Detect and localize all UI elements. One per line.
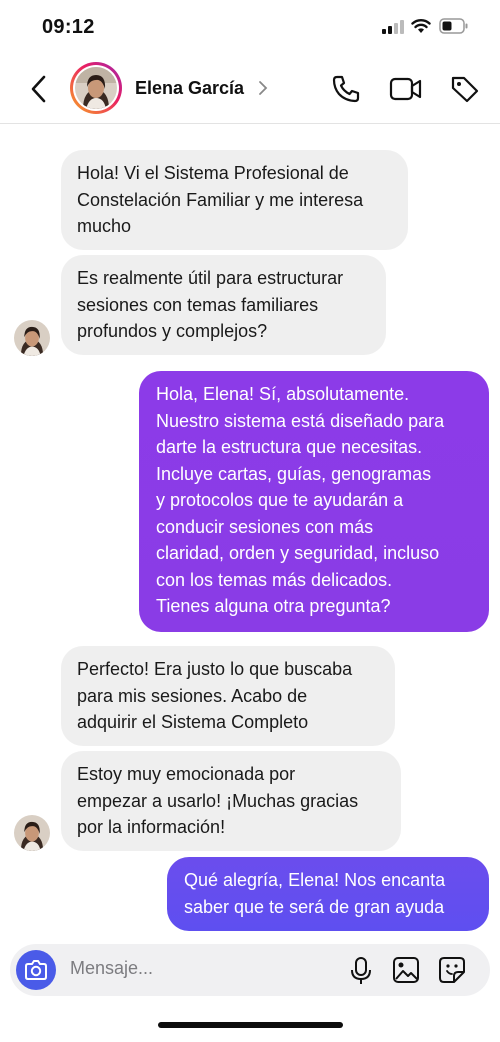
- phone-icon[interactable]: [331, 74, 361, 104]
- status-bar: 09:12: [0, 0, 500, 56]
- message-line: adquirir el Sistema Completo: [77, 712, 309, 732]
- message-line: Incluye cartas, guías, genogramas: [156, 463, 432, 484]
- message-line: mucho: [77, 216, 132, 236]
- message-outgoing[interactable]: Qué alegría, Elena! Nos encanta saber qu…: [167, 857, 489, 931]
- sticker-icon[interactable]: [438, 956, 466, 984]
- message-line: Nuestro sistema está diseñado para: [156, 410, 445, 431]
- message-composer: Mensaje...: [10, 944, 490, 996]
- avatar-photo-icon: [14, 320, 50, 356]
- contact-mini-avatar[interactable]: [14, 815, 50, 851]
- avatar-photo-icon: [14, 815, 50, 851]
- message-line: Estoy muy emocionada por: [77, 764, 296, 784]
- message-line: Qué alegría, Elena! Nos encanta: [184, 870, 446, 890]
- message-line: Constelación Familiar y me interesa: [77, 189, 364, 210]
- message-incoming[interactable]: Hola! Vi el Sistema Profesional de Const…: [61, 150, 408, 250]
- message-line: Hola, Elena! Sí, absolutamente.: [156, 384, 410, 404]
- message-line: Es realmente útil para estructurar: [77, 268, 344, 288]
- wifi-icon: [411, 19, 431, 33]
- microphone-icon[interactable]: [350, 956, 372, 986]
- avatar-photo-icon: [75, 67, 117, 109]
- message-line: por la información!: [77, 817, 226, 837]
- status-time: 09:12: [42, 16, 95, 38]
- contact-avatar[interactable]: [70, 62, 122, 114]
- message-line: con los temas más delicados.: [156, 569, 393, 590]
- chevron-right-icon[interactable]: [258, 80, 268, 96]
- battery-icon: [439, 18, 468, 34]
- message-line: Hola! Vi el Sistema Profesional de: [77, 163, 349, 183]
- message-incoming[interactable]: Estoy muy emocionada por empezar a usarl…: [61, 751, 401, 851]
- message-line: profundos y complejos?: [77, 321, 268, 341]
- message-line: conducir sesiones con más: [156, 516, 374, 537]
- message-incoming[interactable]: Perfecto! Era justo lo que buscaba para …: [61, 646, 395, 746]
- video-camera-icon[interactable]: [389, 74, 423, 104]
- message-line: claridad, orden y seguridad, incluso: [156, 543, 440, 563]
- message-line: para mis sesiones. Acabo de: [77, 685, 308, 706]
- message-line: empezar a usarlo! ¡Muchas gracias: [77, 790, 359, 811]
- contact-mini-avatar[interactable]: [14, 320, 50, 356]
- cellular-signal-icon: [382, 20, 404, 34]
- back-chevron-icon[interactable]: [26, 72, 54, 106]
- message-line: y protocolos que te ayudarán a: [156, 490, 404, 510]
- tag-icon[interactable]: [449, 74, 481, 104]
- message-line: darte la estructura que necesitas.: [156, 437, 423, 457]
- message-outgoing[interactable]: Hola, Elena! Sí, absolutamente. Nuestro …: [139, 371, 489, 632]
- camera-icon: [25, 960, 47, 980]
- message-input[interactable]: Mensaje...: [70, 958, 153, 979]
- camera-button[interactable]: [16, 950, 56, 990]
- message-incoming[interactable]: Es realmente útil para estructurar sesio…: [61, 255, 386, 355]
- home-indicator: [158, 1022, 343, 1028]
- message-line: Tienes alguna otra pregunta?: [156, 596, 391, 616]
- message-line: saber que te será de gran ayuda: [184, 896, 445, 917]
- message-line: sesiones con temas familiares: [77, 294, 319, 315]
- chat-header: Elena García: [0, 56, 500, 124]
- message-line: Perfecto! Era justo lo que buscaba: [77, 659, 353, 679]
- contact-name[interactable]: Elena García: [135, 78, 244, 99]
- image-icon[interactable]: [392, 956, 420, 984]
